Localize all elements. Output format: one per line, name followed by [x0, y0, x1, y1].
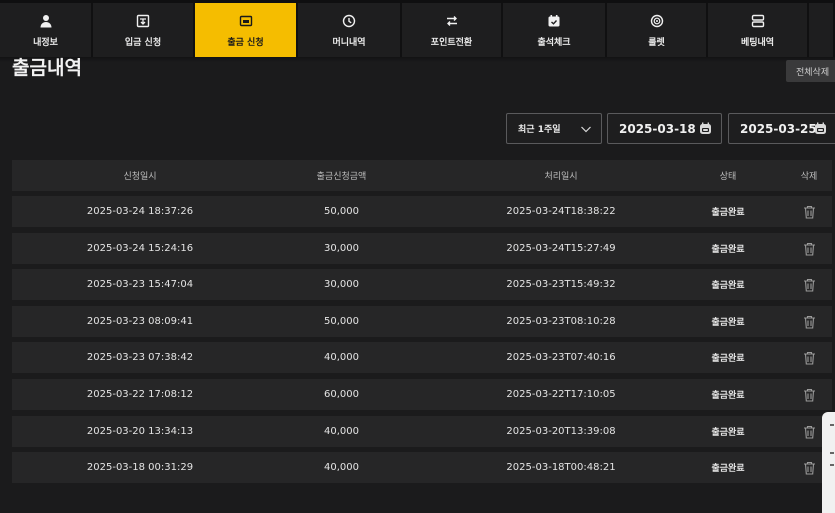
- tab-label: 입금 신청: [124, 38, 162, 48]
- requested-time: 2025-03-23 08:09:41: [86, 316, 194, 327]
- status-badge: 출금완료: [711, 208, 745, 218]
- date-from-field[interactable]: 2025-03-18: [607, 113, 722, 144]
- withdraw-icon: [239, 12, 253, 30]
- processed-time: 2025-03-24T18:38:22: [506, 206, 616, 217]
- table-row: 2025-03-23 07:38:42 40,000 2025-03-23T07…: [12, 342, 832, 373]
- table-row: 2025-03-23 08:09:41 50,000 2025-03-23T08…: [12, 306, 832, 337]
- table-row: 2025-03-24 15:24:16 30,000 2025-03-24T15…: [12, 233, 832, 264]
- calendar-icon[interactable]: [699, 122, 712, 135]
- calendar-check-icon: [547, 12, 561, 30]
- tab-attendance[interactable]: 출석체크: [503, 3, 607, 57]
- table-row: 2025-03-23 15:47:04 30,000 2025-03-23T15…: [12, 269, 832, 300]
- requested-time: 2025-03-22 17:08:12: [86, 389, 194, 400]
- status-badge: 출금완료: [711, 464, 745, 474]
- clock-icon: [342, 12, 356, 30]
- amount: 40,000: [324, 462, 359, 473]
- header-amount: 출금신청금액: [316, 172, 367, 182]
- header-delete: 삭제: [800, 172, 818, 182]
- period-select[interactable]: 최근 1주일: [506, 113, 602, 144]
- processed-time: 2025-03-20T13:39:08: [506, 426, 616, 437]
- status-badge: 출금완료: [711, 391, 745, 401]
- requested-time: 2025-03-24 15:24:16: [86, 243, 194, 254]
- tab-label: 내정보: [33, 38, 58, 48]
- delete-button[interactable]: [790, 306, 828, 337]
- amount: 60,000: [324, 389, 359, 400]
- tab-roulette[interactable]: 룰렛: [607, 3, 708, 57]
- amount: 30,000: [324, 243, 359, 254]
- tab-label: 출석체크: [537, 38, 571, 48]
- status-badge: 출금완료: [711, 354, 745, 364]
- processed-time: 2025-03-22T17:10:05: [506, 389, 616, 400]
- delete-all-button[interactable]: 전체삭제: [786, 60, 835, 82]
- trash-icon[interactable]: [803, 461, 816, 475]
- period-value: 최근 1주일: [518, 125, 561, 135]
- header-processed: 처리일시: [544, 172, 578, 182]
- amount: 30,000: [324, 279, 359, 290]
- delete-button[interactable]: [790, 379, 828, 410]
- amount: 50,000: [324, 316, 359, 327]
- tab-label: 포인트전환: [430, 38, 473, 48]
- tab-more[interactable]: [809, 3, 835, 57]
- side-widget[interactable]: [822, 412, 835, 513]
- trash-icon[interactable]: [803, 388, 816, 402]
- requested-time: 2025-03-24 18:37:26: [86, 206, 194, 217]
- tab-point-exchange[interactable]: 포인트전환: [402, 3, 503, 57]
- tab-label: 베팅내역: [740, 38, 775, 48]
- header-requested: 신청일시: [123, 172, 157, 182]
- tab-deposit[interactable]: 입금 신청: [93, 3, 195, 57]
- amount: 40,000: [324, 426, 359, 437]
- processed-time: 2025-03-23T15:49:32: [506, 279, 616, 290]
- amount: 50,000: [324, 206, 359, 217]
- chevron-down-icon: [581, 126, 591, 133]
- tab-betting-history[interactable]: 베팅내역: [708, 3, 809, 57]
- page-title: 출금내역: [12, 57, 82, 79]
- requested-time: 2025-03-18 00:31:29: [86, 462, 194, 473]
- user-icon: [39, 12, 53, 30]
- requested-time: 2025-03-23 07:38:42: [86, 352, 194, 363]
- status-badge: 출금완료: [711, 245, 745, 255]
- date-to-field[interactable]: 2025-03-25: [728, 113, 835, 144]
- trash-icon[interactable]: [803, 278, 816, 292]
- requested-time: 2025-03-23 15:47:04: [86, 279, 194, 290]
- tab-label: 머니내역: [332, 38, 366, 48]
- amount: 40,000: [324, 352, 359, 363]
- delete-button[interactable]: [790, 269, 828, 300]
- processed-time: 2025-03-18T00:48:21: [506, 462, 616, 473]
- processed-time: 2025-03-24T15:27:49: [506, 243, 616, 254]
- trash-icon[interactable]: [803, 351, 816, 365]
- status-badge: 출금완료: [711, 318, 745, 328]
- processed-time: 2025-03-23T07:40:16: [506, 352, 616, 363]
- deposit-icon: [136, 12, 150, 30]
- date-to-value: 2025-03-25: [740, 121, 817, 136]
- delete-button[interactable]: [790, 342, 828, 373]
- tab-label: 룰렛: [648, 38, 665, 48]
- trash-icon[interactable]: [803, 205, 816, 219]
- top-nav: 내정보 입금 신청 출금 신청 머니내역 포인트전환 출석체크 룰렛 베팅내역: [0, 0, 835, 57]
- table-row: 2025-03-24 18:37:26 50,000 2025-03-24T18…: [12, 196, 832, 227]
- roulette-icon: [650, 12, 664, 30]
- nav-shadow: [0, 57, 835, 62]
- tab-money-history[interactable]: 머니내역: [298, 3, 402, 57]
- date-from-value: 2025-03-18: [619, 121, 696, 136]
- trash-icon[interactable]: [803, 425, 816, 439]
- status-badge: 출금완료: [711, 281, 745, 291]
- list-icon: [751, 12, 765, 30]
- table-row: 2025-03-18 00:31:29 40,000 2025-03-18T00…: [12, 452, 832, 483]
- tab-withdraw[interactable]: 출금 신청: [195, 3, 298, 57]
- requested-time: 2025-03-20 13:34:13: [86, 426, 194, 437]
- trash-icon[interactable]: [803, 315, 816, 329]
- table-header: 신청일시 출금신청금액 처리일시 상태 삭제: [12, 160, 832, 191]
- delete-button[interactable]: [790, 196, 828, 227]
- tab-label: 출금 신청: [227, 38, 264, 48]
- exchange-icon: [445, 12, 459, 30]
- table-row: 2025-03-22 17:08:12 60,000 2025-03-22T17…: [12, 379, 832, 410]
- delete-button[interactable]: [790, 233, 828, 264]
- table-row: 2025-03-20 13:34:13 40,000 2025-03-20T13…: [12, 416, 832, 447]
- calendar-icon[interactable]: [814, 122, 827, 135]
- header-status: 상태: [719, 172, 737, 182]
- tab-my-info[interactable]: 내정보: [0, 3, 93, 57]
- status-badge: 출금완료: [711, 428, 745, 438]
- processed-time: 2025-03-23T08:10:28: [506, 316, 616, 327]
- trash-icon[interactable]: [803, 242, 816, 256]
